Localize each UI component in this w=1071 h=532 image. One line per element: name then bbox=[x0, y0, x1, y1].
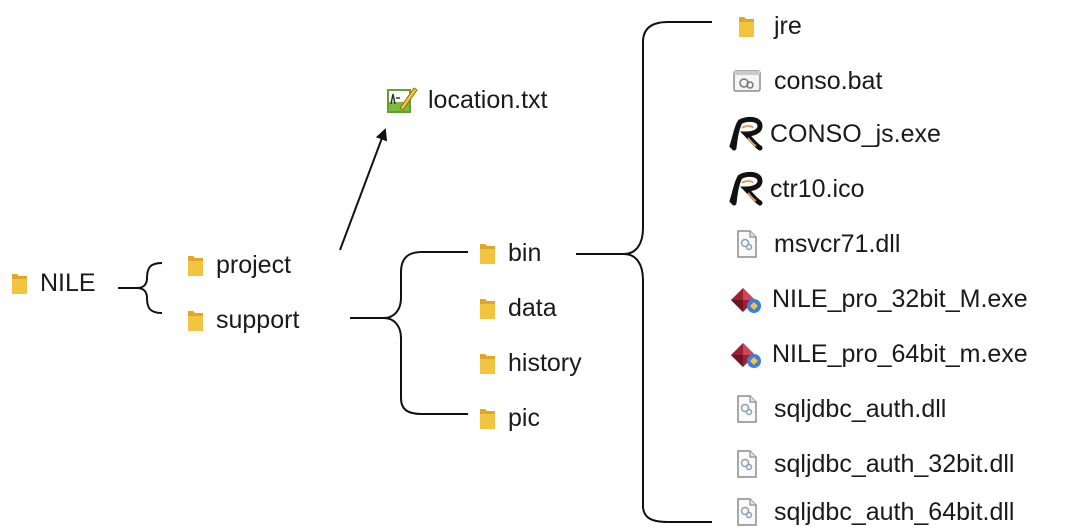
folder-icon bbox=[186, 252, 206, 278]
node-label: sqljdbc_auth.dll bbox=[774, 395, 947, 423]
tree-node-sqljdbc-auth-32bit-dll[interactable]: sqljdbc_auth_32bit.dll bbox=[730, 444, 1014, 484]
folder-icon bbox=[478, 240, 498, 266]
node-label: NILE bbox=[40, 269, 96, 297]
node-label: data bbox=[508, 294, 557, 322]
folder-icon bbox=[478, 295, 498, 321]
tree-node-support[interactable]: support bbox=[186, 300, 299, 340]
tree-node-nile-pro-64bit[interactable]: NILE_pro_64bit_m.exe bbox=[728, 334, 1028, 374]
node-label: NILE_pro_32bit_M.exe bbox=[772, 285, 1028, 313]
folder-icon bbox=[730, 13, 764, 39]
node-label: jre bbox=[774, 12, 802, 40]
node-label: sqljdbc_auth_64bit.dll bbox=[774, 498, 1015, 526]
tree-node-bin[interactable]: bin bbox=[478, 233, 541, 273]
root-brace bbox=[118, 262, 163, 314]
tree-node-history[interactable]: history bbox=[478, 343, 582, 383]
dll-file-icon bbox=[730, 449, 764, 479]
node-label: msvcr71.dll bbox=[774, 230, 901, 258]
support-brace bbox=[350, 251, 468, 415]
tree-node-nile-pro-32bit[interactable]: NILE_pro_32bit_M.exe bbox=[728, 279, 1028, 319]
bin-brace bbox=[576, 21, 712, 523]
tree-node-conso-bat[interactable]: conso.bat bbox=[730, 61, 882, 101]
dll-file-icon bbox=[730, 394, 764, 424]
node-label: ctr10.ico bbox=[770, 175, 865, 203]
tree-node-pic[interactable]: pic bbox=[478, 398, 540, 438]
tree-node-conso-js-exe[interactable]: CONSO_js.exe bbox=[726, 114, 941, 154]
folder-icon bbox=[186, 307, 206, 333]
folder-icon bbox=[478, 350, 498, 376]
node-label: support bbox=[216, 306, 300, 334]
node-label: location.txt bbox=[428, 86, 548, 114]
tree-node-ctr10-ico[interactable]: ctr10.ico bbox=[726, 169, 864, 209]
batch-file-icon bbox=[730, 68, 764, 94]
node-label: history bbox=[508, 349, 582, 377]
node-label: pic bbox=[508, 404, 540, 432]
node-label: NILE_pro_64bit_m.exe bbox=[772, 340, 1028, 368]
node-label: sqljdbc_auth_32bit.dll bbox=[774, 450, 1015, 478]
installer-icon bbox=[728, 284, 764, 314]
tree-node-sqljdbc-auth-dll[interactable]: sqljdbc_auth.dll bbox=[730, 389, 946, 429]
r-logo-icon bbox=[726, 171, 764, 207]
node-label: conso.bat bbox=[774, 67, 883, 95]
folder-icon bbox=[10, 270, 30, 296]
tree-node-nile[interactable]: NILE bbox=[10, 263, 96, 303]
dll-file-icon bbox=[730, 229, 764, 259]
project-to-location-arrow bbox=[339, 128, 388, 251]
r-logo-icon bbox=[726, 116, 764, 152]
tree-node-msvcr71-dll[interactable]: msvcr71.dll bbox=[730, 224, 900, 264]
tree-node-location-txt[interactable]: location.txt bbox=[386, 80, 548, 120]
text-file-icon bbox=[386, 84, 418, 116]
node-label: CONSO_js.exe bbox=[770, 120, 941, 148]
folder-icon bbox=[478, 405, 498, 431]
installer-icon bbox=[728, 339, 764, 369]
tree-node-project[interactable]: project bbox=[186, 245, 291, 285]
tree-node-data[interactable]: data bbox=[478, 288, 557, 328]
node-label: bin bbox=[508, 239, 542, 267]
tree-node-jre[interactable]: jre bbox=[730, 6, 802, 46]
directory-tree-diagram: NILE project support location.txt bin da… bbox=[0, 0, 1071, 531]
tree-node-sqljdbc-auth-64bit-dll[interactable]: sqljdbc_auth_64bit.dll bbox=[730, 492, 1014, 532]
node-label: project bbox=[216, 251, 292, 279]
dll-file-icon bbox=[730, 497, 764, 527]
